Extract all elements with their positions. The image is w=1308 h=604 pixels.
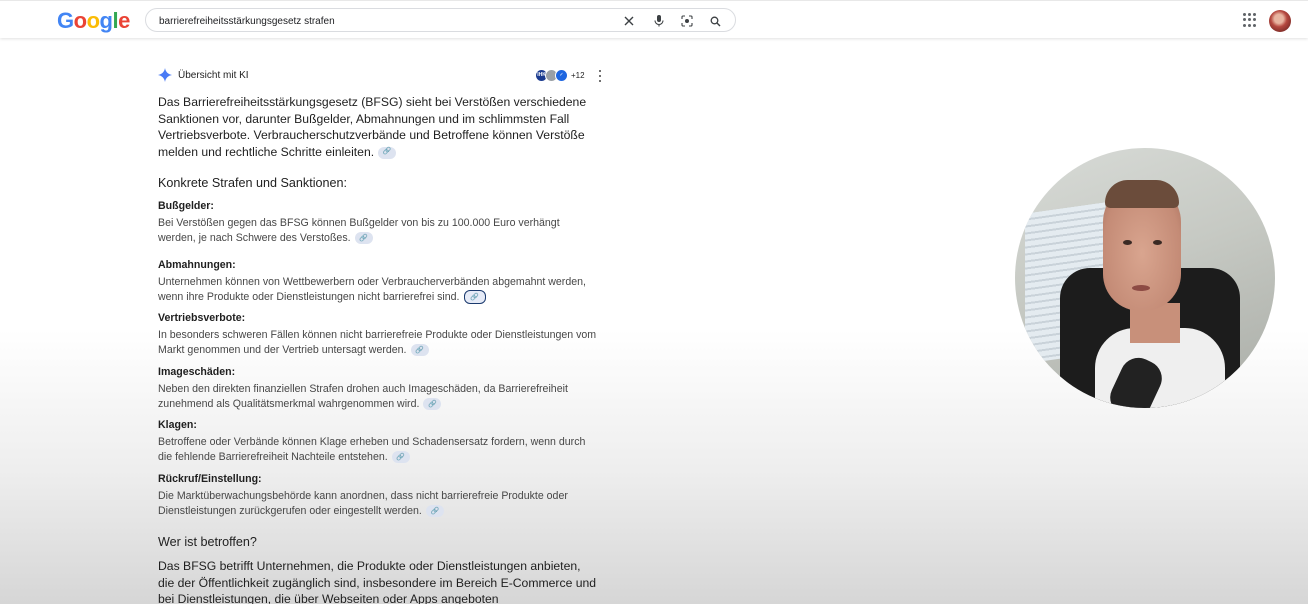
top-bar: Google <box>0 0 1308 38</box>
google-logo[interactable]: Google <box>57 8 130 34</box>
item-text-body: Unternehmen können von Wettbewerbern ode… <box>158 276 586 303</box>
item-text: Die Marktüberwachungsbehörde kann anordn… <box>158 489 598 519</box>
spark-icon <box>158 68 172 82</box>
person-eye <box>1123 240 1132 245</box>
link-icon[interactable]: 🔗 <box>354 232 373 245</box>
clear-icon[interactable] <box>621 13 637 29</box>
avatar[interactable] <box>1269 10 1291 32</box>
who-text: Das BFSG betrifft Unternehmen, die Produ… <box>158 559 597 604</box>
item-text-body: In besonders schweren Fällen können nich… <box>158 329 597 356</box>
item-text-body: Betroffene oder Verbände können Klage er… <box>158 436 586 463</box>
search-input[interactable] <box>159 13 599 29</box>
source-avatars[interactable]: IHK ✓ +12 <box>535 67 585 83</box>
ai-overview-title: Übersicht mit KI <box>178 69 249 81</box>
link-icon[interactable]: 🔗 <box>463 290 486 305</box>
apps-icon[interactable] <box>1243 13 1257 27</box>
link-icon[interactable]: 🔗 <box>425 505 444 518</box>
item-heading: Imageschäden: <box>158 366 236 378</box>
item-heading: Klagen: <box>158 419 197 431</box>
lens-icon[interactable] <box>679 13 695 29</box>
source-avatar: ✓ <box>555 68 568 82</box>
mic-icon[interactable] <box>651 13 667 29</box>
item-heading: Rückruf/Einstellung: <box>158 473 262 485</box>
search-icon[interactable] <box>707 13 723 29</box>
ai-overview-header: Übersicht mit KI <box>158 67 249 83</box>
link-icon[interactable]: 🔗 <box>423 398 442 411</box>
search-box <box>145 8 736 32</box>
item-heading: Vertriebsverbote: <box>158 312 246 324</box>
person-hair <box>1105 180 1179 208</box>
item-text: Bei Verstößen gegen das BFSG können Bußg… <box>158 216 598 246</box>
who-heading: Wer ist betroffen? <box>158 535 257 549</box>
ai-intro-text: Das Barrierefreiheitsstärkungsgesetz (BF… <box>158 95 587 159</box>
item-text-body: Die Marktüberwachungsbehörde kann anordn… <box>158 490 568 517</box>
source-count: +12 <box>571 70 585 80</box>
webcam-overlay <box>1015 148 1275 408</box>
item-text: Betroffene oder Verbände können Klage er… <box>158 435 598 465</box>
section-heading: Konkrete Strafen und Sanktionen: <box>158 176 348 190</box>
item-text: Unternehmen können von Wettbewerbern ode… <box>158 275 598 305</box>
link-icon[interactable]: 🔗 <box>378 146 397 159</box>
link-icon[interactable]: 🔗 <box>410 344 429 357</box>
item-heading: Bußgelder: <box>158 200 214 212</box>
more-vert-icon[interactable] <box>596 70 604 82</box>
item-text-body: Neben den direkten finanziellen Strafen … <box>158 383 568 410</box>
item-text: In besonders schweren Fällen können nich… <box>158 328 598 358</box>
item-text: Neben den direkten finanziellen Strafen … <box>158 382 598 412</box>
link-icon[interactable]: 🔗 <box>391 451 410 464</box>
person-mouth <box>1132 285 1150 291</box>
ai-intro: Das Barrierefreiheitsstärkungsgesetz (BF… <box>158 94 598 160</box>
person-eye <box>1153 240 1162 245</box>
item-heading: Abmahnungen: <box>158 259 236 271</box>
